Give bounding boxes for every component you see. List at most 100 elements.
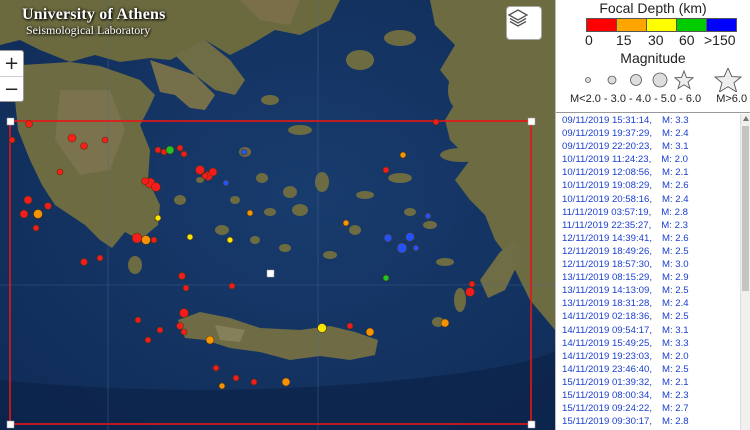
event-list-scrollbar[interactable] xyxy=(740,114,750,430)
earthquake-marker[interactable] xyxy=(382,166,390,174)
scroll-up-icon[interactable] xyxy=(743,116,749,121)
earthquake-marker[interactable] xyxy=(432,118,440,126)
earthquake-marker[interactable] xyxy=(56,168,64,176)
earthquake-marker[interactable] xyxy=(141,177,149,185)
earthquake-marker[interactable] xyxy=(346,322,354,330)
earthquake-marker[interactable] xyxy=(226,236,234,244)
earthquake-marker[interactable] xyxy=(134,316,142,324)
earthquake-marker[interactable] xyxy=(412,244,420,252)
earthquake-marker[interactable] xyxy=(32,224,40,232)
earthquake-marker[interactable] xyxy=(44,202,52,210)
event-row[interactable]: 14/11/2019 09:54:17, M: 3.1 xyxy=(562,324,741,337)
earthquake-marker[interactable] xyxy=(440,318,450,328)
earthquake-marker[interactable] xyxy=(246,209,254,217)
earthquake-marker[interactable] xyxy=(156,326,164,334)
earthquake-marker[interactable] xyxy=(468,280,476,288)
earthquake-marker[interactable] xyxy=(250,378,258,386)
event-row[interactable]: 11/11/2019 03:57:19, M: 2.8 xyxy=(562,206,741,219)
earthquake-marker[interactable] xyxy=(205,335,215,345)
event-row[interactable]: 15/11/2019 09:24:22, M: 2.7 xyxy=(562,402,741,415)
earthquake-marker[interactable] xyxy=(182,284,190,292)
earthquake-marker[interactable] xyxy=(424,212,432,220)
earthquake-marker[interactable] xyxy=(165,145,175,155)
earthquake-marker[interactable] xyxy=(399,151,407,159)
earthquake-marker[interactable] xyxy=(141,235,151,245)
event-row[interactable]: 10/11/2019 11:24:23, M: 2.0 xyxy=(562,153,741,166)
event-datetime: 11/11/2019 22:35:27, xyxy=(562,219,652,231)
magnitude-max-label: M>6.0 xyxy=(716,93,748,105)
depth-swatch xyxy=(646,18,677,32)
event-row[interactable]: 12/11/2019 14:39:41, M: 2.6 xyxy=(562,232,741,245)
earthquake-marker[interactable] xyxy=(67,133,77,143)
earthquake-marker[interactable] xyxy=(23,195,33,205)
event-row[interactable]: 14/11/2019 19:23:03, M: 2.0 xyxy=(562,350,741,363)
earthquake-marker[interactable] xyxy=(212,364,220,372)
earthquake-marker[interactable] xyxy=(317,323,327,333)
earthquake-marker[interactable] xyxy=(208,167,218,177)
earthquake-marker[interactable] xyxy=(154,214,162,222)
earthquake-marker[interactable] xyxy=(176,144,184,152)
earthquake-marker[interactable] xyxy=(342,219,350,227)
earthquake-marker[interactable] xyxy=(228,282,236,290)
event-row[interactable]: 15/11/2019 08:00:34, M: 2.3 xyxy=(562,389,741,402)
event-row[interactable]: 10/11/2019 20:58:16, M: 2.4 xyxy=(562,193,741,206)
earthquake-marker[interactable] xyxy=(151,182,161,192)
layers-button[interactable] xyxy=(506,6,542,40)
event-row[interactable]: 14/11/2019 15:49:25, M: 3.3 xyxy=(562,337,741,350)
earthquake-marker[interactable] xyxy=(240,148,248,156)
event-row[interactable]: 10/11/2019 19:08:29, M: 2.6 xyxy=(562,179,741,192)
earthquake-marker[interactable] xyxy=(154,146,162,154)
event-row[interactable]: 10/11/2019 12:08:56, M: 2.1 xyxy=(562,166,741,179)
earthquake-marker[interactable] xyxy=(180,328,188,336)
magnitude-range-label: M<2.0 - 3.0 - 4.0 - 5.0 - 6.0 xyxy=(570,93,702,105)
event-magnitude: M: 2.4 xyxy=(661,128,689,140)
event-row[interactable]: 09/11/2019 19:37:29, M: 2.4 xyxy=(562,127,741,140)
zoom-in-button[interactable]: + xyxy=(0,51,23,76)
university-name: University of Athens xyxy=(22,6,166,23)
event-row[interactable]: 14/11/2019 02:18:36, M: 2.5 xyxy=(562,310,741,323)
earthquake-marker[interactable] xyxy=(180,150,188,158)
earthquake-marker[interactable] xyxy=(365,327,375,337)
earthquake-marker[interactable] xyxy=(178,272,186,280)
earthquake-marker[interactable] xyxy=(96,254,104,262)
event-row[interactable]: 12/11/2019 18:57:30, M: 3.0 xyxy=(562,258,741,271)
earthquake-marker[interactable] xyxy=(405,232,415,242)
earthquake-marker[interactable] xyxy=(176,322,184,330)
scrollbar-thumb[interactable] xyxy=(742,126,749,291)
zoom-out-button[interactable]: − xyxy=(0,76,23,101)
earthquake-marker[interactable] xyxy=(186,233,194,241)
event-row[interactable]: 11/11/2019 22:35:27, M: 2.3 xyxy=(562,219,741,232)
event-datetime: 15/11/2019 09:24:22, xyxy=(562,403,652,415)
event-row[interactable]: 14/11/2019 23:46:40, M: 2.5 xyxy=(562,363,741,376)
earthquake-marker[interactable] xyxy=(150,236,158,244)
earthquake-marker[interactable] xyxy=(465,287,475,297)
earthquake-marker[interactable] xyxy=(383,233,393,243)
earthquake-marker[interactable] xyxy=(19,209,29,219)
earthquake-marker[interactable] xyxy=(218,382,226,390)
earthquake-marker[interactable] xyxy=(201,172,209,180)
event-row[interactable]: 13/11/2019 14:13:09, M: 2.5 xyxy=(562,284,741,297)
event-row[interactable]: 15/11/2019 09:30:17, M: 2.8 xyxy=(562,415,741,428)
earthquake-marker[interactable] xyxy=(232,374,240,382)
earthquake-marker[interactable] xyxy=(131,232,143,244)
seismicity-map[interactable]: University of Athens Seismological Labor… xyxy=(0,0,555,430)
earthquake-marker[interactable] xyxy=(382,274,390,282)
earthquake-marker[interactable] xyxy=(8,136,16,144)
event-row[interactable]: 15/11/2019 01:39:32, M: 2.1 xyxy=(562,376,741,389)
earthquake-marker[interactable] xyxy=(80,258,88,266)
earthquake-marker[interactable] xyxy=(33,209,43,219)
earthquake-marker[interactable] xyxy=(222,179,230,187)
event-row[interactable]: 09/11/2019 22:20:23, M: 3.1 xyxy=(562,140,741,153)
earthquake-marker[interactable] xyxy=(281,377,291,387)
earthquake-marker[interactable] xyxy=(80,142,88,150)
event-row[interactable]: 13/11/2019 08:15:29, M: 2.9 xyxy=(562,271,741,284)
earthquake-marker[interactable] xyxy=(144,336,152,344)
earthquake-marker[interactable] xyxy=(25,120,33,128)
event-row[interactable]: 12/11/2019 18:49:26, M: 2.5 xyxy=(562,245,741,258)
earthquake-marker[interactable] xyxy=(195,165,205,175)
event-row[interactable]: 13/11/2019 18:31:28, M: 2.4 xyxy=(562,297,741,310)
event-row[interactable]: 09/11/2019 15:31:14, M: 3.3 xyxy=(562,114,741,127)
earthquake-marker[interactable] xyxy=(396,242,408,254)
earthquake-marker[interactable] xyxy=(179,308,189,318)
earthquake-marker[interactable] xyxy=(101,136,109,144)
